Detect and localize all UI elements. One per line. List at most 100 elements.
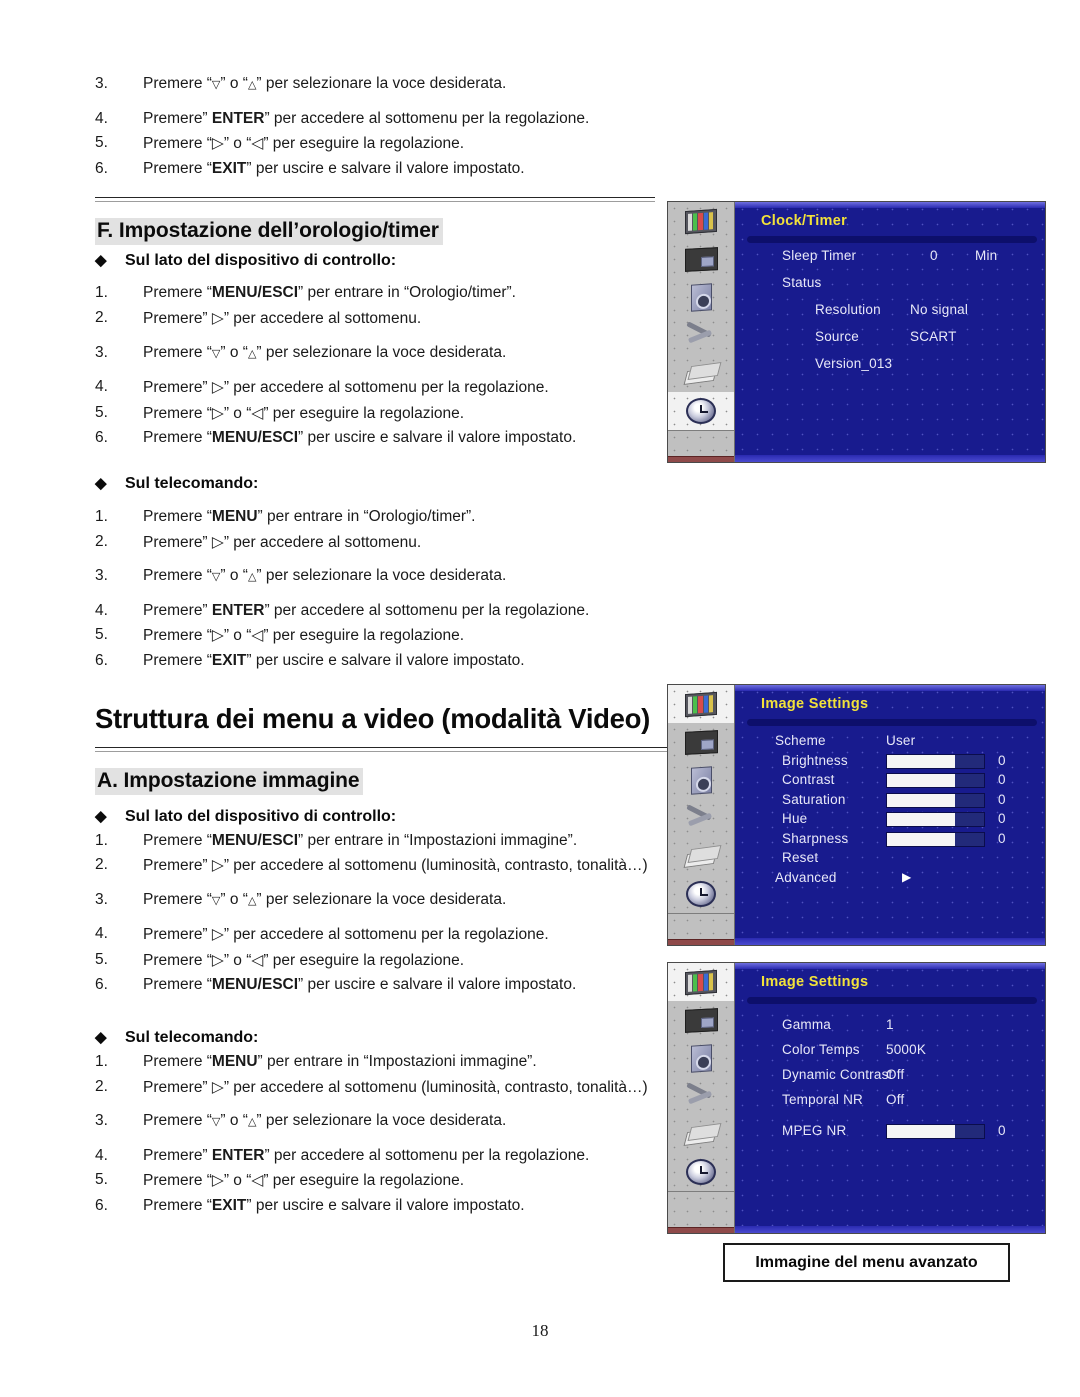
osd-row[interactable]: Source SCART [735,329,1045,356]
step-number: 1. [95,284,108,302]
clock-timer-icon[interactable] [668,875,734,913]
osd-slider[interactable] [886,773,985,788]
step-number: 6. [95,651,108,669]
osd-settings-icon[interactable] [668,354,734,392]
osd-row-label: Advanced [775,869,837,885]
osd-row[interactable]: Scheme User [735,733,1045,753]
image-settings-icon[interactable] [668,202,734,240]
section-f-device-bullet-label: Sul lato del dispositivo di controllo: [125,252,397,270]
step-number: 3. [95,343,108,361]
osd-slider[interactable] [886,831,985,847]
osd-row[interactable]: Advanced ▶ [735,870,1045,890]
audio-settings-icon[interactable] [668,1039,734,1077]
osd-icon-rail[interactable] [668,685,735,945]
screen-settings-icon[interactable] [668,1001,734,1039]
step-text: Premere “▷” o “◁” per eseguire la regola… [143,134,465,153]
submenu-arrow-icon[interactable]: ▶ [902,870,911,884]
step-number: 1. [95,507,108,525]
diamond-bullet-icon: ◆ [95,474,107,492]
step-item: 4. Premere” ▷” per accedere al sottomenu … [95,922,655,948]
osd-icon-rail[interactable] [668,963,735,1233]
step-text: Premere” ENTER” per accedere al sottomen… [143,601,590,619]
rail-footer [668,1227,734,1233]
step-text: Premere “▽” o “△” per selezionare la voc… [143,343,507,361]
osd-slider[interactable] [886,1124,985,1139]
step-item: 5. Premere “▷” o “◁” per eseguire la rego… [95,948,655,974]
osd-row[interactable]: Hue 0 [735,811,1045,831]
osd-row-value: No signal [910,302,969,317]
step-text: Premere” ▷” per accedere al sottomenu pe… [143,378,549,397]
step-text: Premere “▽” o “△” per selezionare la voc… [143,890,507,908]
osd-row[interactable]: Temporal NR Off [735,1092,1045,1117]
setup-tools-icon[interactable] [668,799,734,837]
osd-row[interactable]: Gamma 1 [735,1017,1045,1042]
osd-slider[interactable] [886,812,985,827]
section-f-remote-bullet-label: Sul telecomando: [125,474,259,492]
step-item: 6. Premere “EXIT” per uscire e salvare il… [95,157,655,182]
osd-row-label: Color Temps [782,1042,860,1057]
section-f-device-steps: 1. Premere “MENU/ESCI” per entrare in “Or… [95,281,655,451]
screen-settings-icon[interactable] [668,240,734,278]
step-text: Premere “MENU/ESCI” per entrare in “Orol… [143,284,516,302]
osd-screenshot-image-settings: Image Settings Scheme User Brightness 0 Cont… [667,684,1046,946]
osd-title-clock: Clock/Timer [761,213,848,229]
step-item: 2. Premere” ▷” per accedere al sottomenu … [95,1075,655,1101]
osd-row[interactable]: Contrast 0 [735,772,1045,792]
image-settings-icon[interactable] [668,963,734,1001]
diamond-bullet-icon: ◆ [95,252,107,270]
step-item: 6. Premere “MENU/ESCI” per uscire e salva… [95,426,655,451]
osd-row[interactable]: Status [735,275,1045,302]
divider-rule-2 [95,746,707,754]
step-item: 6. Premere “EXIT” per uscire e salvare il… [95,649,655,674]
step-number: 1. [95,1053,108,1071]
step-number: 2. [95,308,108,326]
step-text: Premere “EXIT” per uscire e salvare il v… [143,1197,525,1215]
audio-settings-icon[interactable] [668,278,734,316]
rail-footer [668,939,734,945]
osd-row[interactable]: Version_013 [735,356,1045,383]
osd-bottom-bar [735,455,1045,462]
osd-row[interactable]: Brightness 0 [735,753,1045,773]
step-text: Premere” ENTER” per accedere al sottomen… [143,1146,590,1164]
text-column: 3. Premere “▽” o “△” per selezionare la v… [95,72,707,1219]
osd-content-advanced: Image Settings Gamma 1 Color Temps 5000K Dyn… [735,963,1045,1233]
osd-row[interactable]: Reset [735,850,1045,870]
clock-timer-icon[interactable] [668,1153,734,1191]
osd-icon-rail[interactable] [668,202,735,462]
step-number: 2. [95,1077,108,1095]
audio-settings-icon[interactable] [668,761,734,799]
osd-row-value: 1 [886,1017,894,1032]
section-a-remote-bullet: ◆ Sul telecomando: [95,1029,655,1047]
osd-row[interactable]: Sleep Timer 0 Min [735,248,1045,275]
osd-settings-icon[interactable] [668,837,734,875]
osd-rows-image: Scheme User Brightness 0 Contrast 0 Saturation… [735,733,1045,889]
step-item: 4. Premere” ENTER” per accedere al sottom… [95,107,655,132]
osd-row[interactable]: Saturation 0 [735,792,1045,812]
osd-slider[interactable] [886,753,985,769]
rail-footer [668,456,734,462]
image-settings-icon[interactable] [668,685,734,723]
osd-row-label: Sharpness [782,830,849,846]
setup-tools-icon[interactable] [668,316,734,354]
rail-spacer [668,430,734,456]
osd-row-label: Status [782,275,822,290]
osd-row[interactable]: Sharpness 0 [735,831,1045,851]
osd-row-label: Scheme [775,733,826,748]
divider-rule-1 [95,197,655,204]
step-text: Premere “▽” o “△” per selezionare la voc… [143,1112,507,1130]
osd-row[interactable]: MPEG NR 0 [735,1123,1045,1148]
clock-timer-icon[interactable] [668,392,734,430]
step-item: 3. Premere “▽” o “△” per selezionare la v… [95,341,655,367]
osd-row[interactable]: Dynamic Contrast Off [735,1067,1045,1092]
osd-slider[interactable] [886,792,985,808]
screen-settings-icon[interactable] [668,723,734,761]
osd-row[interactable]: Resolution No signal [735,302,1045,329]
section-a-device-bullet: ◆ Sul lato del dispositivo di controllo: [95,808,655,826]
osd-content-clock: Clock/Timer Sleep Timer 0 Min Status Resolut… [735,202,1045,462]
setup-tools-icon[interactable] [668,1077,734,1115]
osd-settings-icon[interactable] [668,1115,734,1153]
step-text: Premere” ▷” per accedere al sottomenu (l… [143,1077,648,1096]
step-number: 3. [95,567,108,585]
osd-row[interactable]: Color Temps 5000K [735,1042,1045,1067]
step-number: 3. [95,890,108,908]
